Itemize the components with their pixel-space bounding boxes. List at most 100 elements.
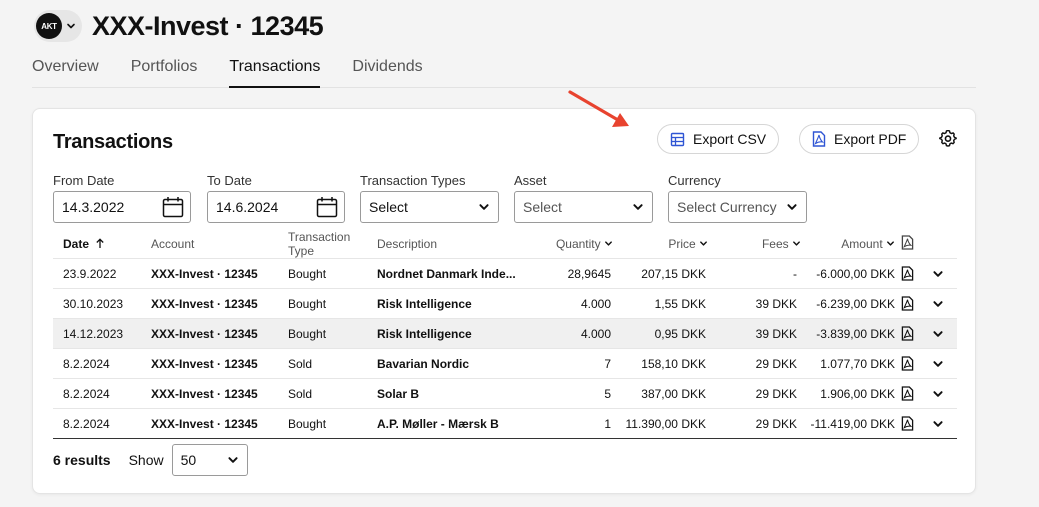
cell-transaction-type: Sold [284, 378, 377, 409]
page-header: AKT XXX-Invest · 12345 [34, 10, 324, 42]
table-row[interactable]: 8.2.2024 XXX-Invest · 12345 Sold Solar B 5 38… [53, 378, 957, 409]
from-date-value: 14.3.2022 [62, 199, 125, 215]
export-pdf-button[interactable]: Export PDF [799, 124, 920, 154]
cell-price: 0,95 DKK [613, 318, 708, 349]
pdf-icon [812, 131, 826, 147]
asset-select[interactable]: Select [514, 191, 653, 223]
cell-price: 1,55 DKK [613, 288, 708, 319]
tab-dividends[interactable]: Dividends [352, 56, 422, 88]
cell-quantity: 4.000 [520, 318, 613, 349]
currency-placeholder: Select Currency [677, 199, 777, 215]
cell-account: XXX-Invest · 12345 [147, 378, 284, 409]
column-header-amount[interactable]: Amount [801, 230, 895, 259]
cell-price: 11.390,00 DKK [613, 408, 708, 439]
chevron-down-icon[interactable] [932, 268, 944, 280]
spreadsheet-icon [670, 132, 685, 146]
tab-bar: Overview Portfolios Transactions Dividen… [32, 56, 976, 88]
chevron-down-icon [478, 201, 490, 213]
card-title: Transactions [53, 131, 173, 153]
cell-date: 8.2.2024 [53, 348, 147, 379]
column-header-transaction-type[interactable]: Transaction Type [284, 230, 377, 259]
calendar-icon[interactable] [162, 196, 184, 218]
cell-description: Bavarian Nordic [377, 348, 520, 379]
chevron-down-icon[interactable] [932, 298, 944, 310]
tab-overview[interactable]: Overview [32, 56, 99, 88]
cell-transaction-type: Sold [284, 348, 377, 379]
cell-date: 14.12.2023 [53, 318, 147, 349]
table-row[interactable]: 14.12.2023 XXX-Invest · 12345 Bought Risk I… [53, 318, 957, 349]
calendar-icon[interactable] [316, 196, 338, 218]
column-header-quantity-label: Quantity [555, 237, 601, 251]
cell-fees: 29 DKK [708, 348, 801, 379]
cell-date: 8.2.2024 [53, 378, 147, 409]
chevron-down-icon [66, 21, 76, 31]
account-switcher[interactable]: AKT [34, 10, 82, 42]
pdf-icon[interactable] [901, 386, 914, 401]
cell-fees: 39 DKK [708, 288, 801, 319]
chevron-down-icon[interactable] [932, 328, 944, 340]
cell-date: 8.2.2024 [53, 408, 147, 439]
cell-price: 158,10 DKK [613, 348, 708, 379]
column-header-quantity[interactable]: Quantity [520, 230, 613, 259]
column-header-description[interactable]: Description [377, 230, 520, 259]
cell-account: XXX-Invest · 12345 [147, 258, 284, 289]
pdf-icon[interactable] [901, 326, 914, 341]
currency-select[interactable]: Select Currency [668, 191, 807, 223]
tab-transactions[interactable]: Transactions [229, 56, 321, 88]
results-count: 6 results [53, 452, 111, 468]
column-header-fees-label: Fees [761, 237, 789, 251]
tab-portfolios[interactable]: Portfolios [131, 56, 198, 88]
chevron-down-icon [604, 239, 613, 248]
cell-description: Risk Intelligence [377, 288, 520, 319]
show-label: Show [128, 452, 164, 468]
cell-quantity: 4.000 [520, 288, 613, 319]
column-header-fees[interactable]: Fees [708, 230, 801, 259]
gear-icon[interactable] [939, 130, 957, 148]
cell-account: XXX-Invest · 12345 [147, 348, 284, 379]
cell-quantity: 28,9645 [520, 258, 613, 289]
transaction-types-select[interactable]: Select [360, 191, 499, 223]
cell-amount: 1.077,70 DKK [801, 348, 895, 379]
export-csv-button[interactable]: Export CSV [657, 124, 780, 154]
page-size-value: 50 [180, 452, 197, 468]
column-header-account[interactable]: Account [147, 230, 284, 259]
cell-date: 23.9.2022 [53, 258, 147, 289]
cell-fees: 29 DKK [708, 378, 801, 409]
pdf-icon[interactable] [901, 266, 914, 281]
cell-amount: -6.000,00 DKK [801, 258, 895, 289]
column-header-date[interactable]: Date [53, 230, 147, 259]
table-row[interactable]: 8.2.2024 XXX-Invest · 12345 Sold Bavarian N… [53, 348, 957, 379]
cell-transaction-type: Bought [284, 408, 377, 439]
cell-description: Nordnet Danmark Inde... [377, 258, 520, 289]
table-row[interactable]: 30.10.2023 XXX-Invest · 12345 Bought Risk I… [53, 288, 957, 319]
cell-account: XXX-Invest · 12345 [147, 408, 284, 439]
chevron-down-icon[interactable] [932, 418, 944, 430]
column-header-amount-label: Amount [841, 237, 883, 251]
cell-fees: 29 DKK [708, 408, 801, 439]
export-csv-label: Export CSV [693, 131, 767, 147]
table-row[interactable]: 23.9.2022 XXX-Invest · 12345 Bought Nordnet… [53, 258, 957, 289]
column-header-date-label: Date [63, 237, 90, 251]
column-header-price[interactable]: Price [613, 230, 708, 259]
pdf-icon[interactable] [901, 296, 914, 311]
cell-description: A.P. Møller - Mærsk B [377, 408, 520, 439]
cell-fees: - [708, 258, 801, 289]
avatar: AKT [36, 13, 62, 39]
cell-transaction-type: Bought [284, 288, 377, 319]
cell-transaction-type: Bought [284, 318, 377, 349]
page-size-select[interactable]: 50 [171, 444, 248, 476]
chevron-down-icon[interactable] [932, 388, 944, 400]
pdf-icon[interactable] [901, 356, 914, 371]
column-header-price-label: Price [668, 237, 696, 251]
pdf-icon[interactable] [901, 235, 914, 250]
cell-amount: -3.839,00 DKK [801, 318, 895, 349]
from-date-field[interactable]: 14.3.2022 [53, 191, 191, 223]
pdf-icon[interactable] [901, 416, 914, 431]
to-date-field[interactable]: 14.6.2024 [207, 191, 345, 223]
chevron-down-icon [699, 239, 708, 248]
asset-placeholder: Select [523, 199, 562, 215]
chevron-down-icon[interactable] [932, 358, 944, 370]
table-row[interactable]: 8.2.2024 XXX-Invest · 12345 Bought A.P. Møl… [53, 408, 957, 439]
cell-amount: 1.906,00 DKK [801, 378, 895, 409]
cell-transaction-type: Bought [284, 258, 377, 289]
